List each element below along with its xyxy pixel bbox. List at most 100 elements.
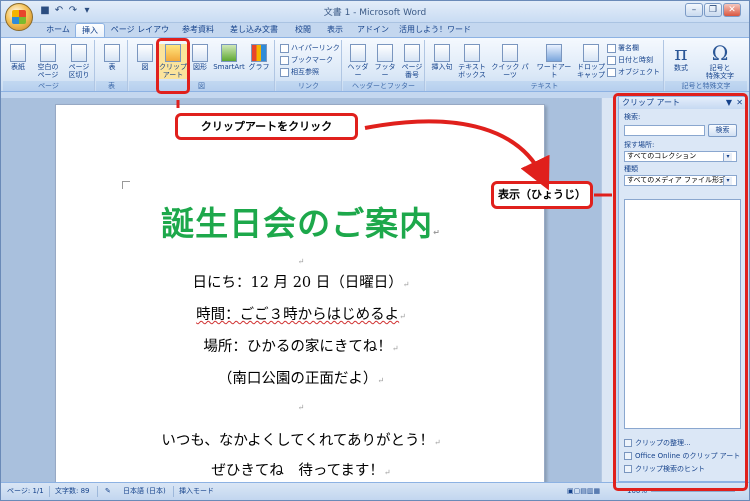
cross-reference-icon [280, 67, 289, 77]
insert-phrase-icon [434, 44, 450, 62]
tab-home[interactable]: ホーム [41, 23, 75, 37]
group-symbols: π 数式 Ω 記号と 特殊文字 記号と特殊文字 [665, 40, 747, 91]
word-count[interactable]: 文字数: 89 [55, 486, 90, 496]
vertical-scrollbar[interactable] [601, 98, 613, 482]
tab-insert[interactable]: 挿入 [75, 23, 105, 37]
separator [49, 486, 50, 497]
clipart-highlight-box [156, 38, 190, 94]
office-logo-icon [12, 10, 26, 24]
tab-references[interactable]: 参考資料 [175, 23, 221, 37]
margin-mark [122, 181, 130, 189]
text-box-icon [464, 44, 480, 62]
chart-icon [251, 44, 267, 62]
wordart-button[interactable]: ワードアート [534, 44, 574, 79]
callout-display: 表示（ひょうじ） [491, 181, 593, 209]
symbol-button[interactable]: Ω 記号と 特殊文字 [697, 42, 743, 80]
hyperlink-icon [280, 43, 289, 53]
paragraph-mark: ↵ [297, 257, 305, 266]
page-count[interactable]: ページ: 1/1 [7, 486, 44, 496]
tab-addins[interactable]: アドイン [355, 23, 391, 37]
tab-mailings[interactable]: 差し込み文書 [225, 23, 283, 37]
blank-page-button[interactable]: 空白の ページ [34, 44, 62, 79]
tab-page-layout[interactable]: ページ レイアウト [109, 23, 171, 48]
picture-button[interactable]: 図 [133, 44, 157, 71]
footer-button[interactable]: フッター [372, 44, 398, 79]
header-button[interactable]: ヘッダー [345, 44, 371, 79]
group-label-symbols: 記号と特殊文字 [665, 81, 747, 91]
tab-view[interactable]: 表示 [321, 23, 349, 37]
equation-button[interactable]: π 数式 [667, 42, 695, 72]
group-links: ハイパーリンク ブックマーク 相互参照 リンク [276, 40, 342, 91]
view-buttons-icon[interactable]: ▣▢▤▥▦ [567, 486, 600, 496]
restore-button[interactable]: ❐ [704, 3, 722, 17]
date-time-button[interactable]: 日付と時刻 [607, 55, 653, 65]
group-label-header-footer: ヘッダーとフッター [343, 81, 424, 91]
bookmark-icon [280, 55, 289, 65]
cross-reference-button[interactable]: 相互参照 [280, 67, 319, 77]
document-line: ぜひきてね 待ってます！↵ [211, 463, 391, 479]
insert-mode[interactable]: 挿入モード [179, 486, 214, 496]
ribbon-tabs: ホーム 挿入 ページ レイアウト 参考資料 差し込み文書 校閲 表示 アドイン … [1, 23, 749, 48]
drop-cap-button[interactable]: ドロップ キャップ [576, 44, 606, 79]
object-button[interactable]: オブジェクト [607, 67, 660, 77]
document-line: 時間：ごご３時からはじめるよ↵ [196, 307, 406, 323]
title-bar: ■ ↶ ↷ ▾ 文書 1 - Microsoft Word – ❐ ✕ [1, 1, 749, 23]
proofing-icon[interactable]: ✎ [105, 486, 111, 496]
text-box-button[interactable]: テキスト ボックス [457, 44, 487, 79]
shapes-button[interactable]: 図形 [189, 44, 211, 71]
hyperlink-button[interactable]: ハイパーリンク [280, 43, 340, 53]
group-illustrations: 図 クリップ アート 図形 SmartArt グラフ 図 [129, 40, 275, 91]
table-button[interactable]: 表 [100, 44, 124, 71]
task-pane-highlight-box [613, 93, 748, 491]
page-number-button[interactable]: ページ 番号 [399, 44, 425, 79]
tab-review[interactable]: 校閲 [289, 23, 317, 37]
close-button[interactable]: ✕ [723, 3, 741, 17]
language[interactable]: 日本語 (日本) [123, 486, 166, 496]
group-label-table: 表 [96, 81, 127, 91]
group-pages: 表紙 空白の ページ ページ 区切り ページ [3, 40, 95, 91]
calendar-icon [607, 55, 616, 65]
pi-icon: π [674, 41, 688, 65]
picture-icon [137, 44, 153, 62]
smartart-icon [221, 44, 237, 62]
minimize-button[interactable]: – [685, 3, 703, 17]
tab-custom[interactable]: 活用しよう！ワード [395, 23, 475, 37]
document-line: （南口公園の正面だよ）↵ [217, 371, 385, 387]
group-table: 表 表 [96, 40, 128, 91]
quick-parts-icon [502, 44, 518, 62]
group-label-links: リンク [276, 81, 341, 91]
drop-cap-icon [583, 44, 599, 62]
group-label-pages: ページ [3, 81, 94, 91]
document-line: いつも、なかよくしてくれてありがとう！↵ [161, 433, 441, 449]
quick-parts-button[interactable]: クイック パーツ [488, 44, 532, 79]
document-area: 誕生日会のご案内↵ ↵ 日にち：12 月 20 日（日曜日）↵ 時間：ごご３時か… [1, 98, 613, 484]
smartart-button[interactable]: SmartArt [213, 44, 245, 71]
header-icon [350, 44, 366, 62]
callout-click-clipart: クリップアートをクリック [175, 113, 358, 140]
chart-button[interactable]: グラフ [247, 44, 271, 71]
document-page[interactable]: 誕生日会のご案内↵ ↵ 日にち：12 月 20 日（日曜日）↵ 時間：ごご３時か… [55, 104, 545, 484]
page-number-icon [404, 44, 420, 62]
page-break-button[interactable]: ページ 区切り [65, 44, 93, 79]
group-label-text: テキスト [426, 81, 663, 91]
table-icon [104, 44, 120, 62]
group-header-footer: ヘッダー フッター ページ 番号 ヘッダーとフッター [343, 40, 425, 91]
insert-phrase-button[interactable]: 挿入句 [428, 44, 456, 71]
window-title: 文書 1 - Microsoft Word [323, 8, 427, 18]
office-button[interactable] [5, 3, 33, 31]
document-line: 場所：ひかるの家にきてね！↵ [203, 339, 399, 355]
blank-page-icon [40, 44, 56, 62]
bookmark-button[interactable]: ブックマーク [280, 55, 333, 65]
footer-icon [377, 44, 393, 62]
cover-page-button[interactable]: 表紙 [5, 44, 31, 71]
document-line: 日にち：12 月 20 日（日曜日）↵ [192, 275, 410, 291]
shapes-icon [192, 44, 208, 62]
page-break-icon [71, 44, 87, 62]
paragraph-mark: ↵ [297, 403, 305, 412]
signature-icon [607, 43, 616, 53]
paragraph-mark: ↵ [433, 228, 441, 237]
group-label-illustrations: 図 [129, 81, 274, 91]
signature-line-button[interactable]: 署名欄 [607, 43, 639, 53]
separator [173, 486, 174, 497]
group-text: 挿入句 テキスト ボックス クイック パーツ ワードアート ドロップ キャップ … [426, 40, 664, 91]
